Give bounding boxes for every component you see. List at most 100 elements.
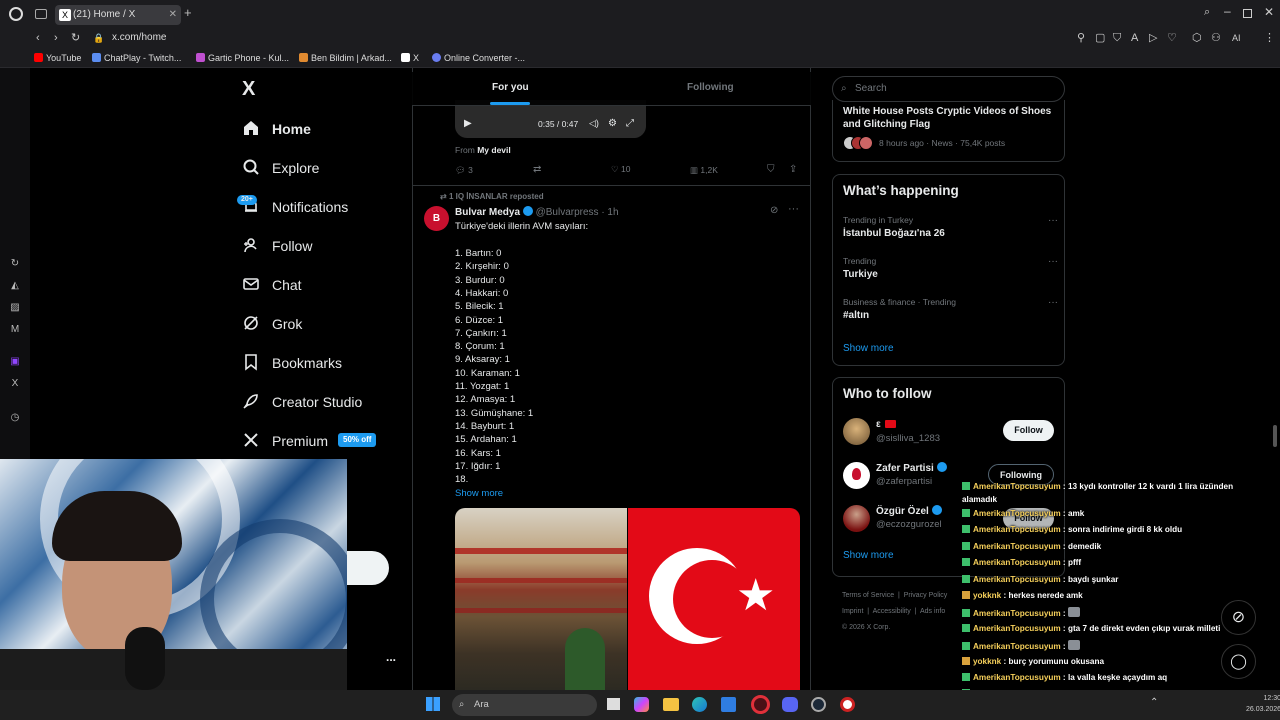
bookmark-gartic[interactable]: Gartic Phone - Kul...: [196, 48, 289, 68]
post-menu-icon[interactable]: ···: [788, 203, 799, 215]
repost-icon[interactable]: ⇄: [533, 164, 541, 175]
tab-following[interactable]: Following: [687, 82, 734, 93]
opera-icon[interactable]: [751, 695, 770, 714]
footer-link[interactable]: Terms of Service: [842, 592, 894, 599]
x-logo[interactable]: X: [242, 78, 255, 101]
task-view-icon[interactable]: [607, 698, 620, 710]
maximize-button[interactable]: [1243, 9, 1252, 18]
play-icon[interactable]: ▶: [464, 118, 472, 129]
share-icon[interactable]: ⇪: [789, 164, 797, 175]
suggested-user-handle[interactable]: @eczozgurozel: [876, 519, 942, 530]
discord-icon[interactable]: [782, 697, 798, 712]
pin-icon[interactable]: ⚲: [1077, 28, 1085, 48]
clock[interactable]: 12:30 26.03.2026: [1246, 693, 1280, 715]
shield-icon[interactable]: ⛉: [1113, 28, 1121, 48]
forward-icon[interactable]: ›: [54, 28, 58, 48]
suggested-user-name[interactable]: Özgür Özel: [876, 505, 942, 517]
trend-item[interactable]: Business & finance · Trending #altın ···: [843, 297, 1058, 321]
tab-for-you[interactable]: For you: [492, 82, 529, 93]
store-icon[interactable]: [721, 697, 736, 712]
messages-float-button[interactable]: ◯: [1221, 644, 1256, 679]
new-tab-button[interactable]: +: [184, 5, 192, 20]
author-handle[interactable]: @Bulvarpress: [536, 207, 599, 218]
chat-username[interactable]: AmerikanTopcusuyum: [973, 609, 1061, 618]
nav-creator-studio[interactable]: Creator Studio: [242, 390, 362, 414]
nav-premium[interactable]: Premium: [242, 429, 328, 453]
avatar[interactable]: B: [424, 206, 449, 231]
avatar[interactable]: [843, 505, 870, 532]
nav-chat[interactable]: Chat: [242, 273, 302, 297]
tab-list-icon[interactable]: [35, 9, 47, 19]
heart-icon[interactable]: ♡: [1167, 28, 1177, 48]
search-tabs-icon[interactable]: ⌕: [1204, 6, 1210, 19]
edge-icon[interactable]: [692, 697, 707, 712]
x-rail-icon[interactable]: X: [9, 378, 21, 390]
bookmark-action-icon[interactable]: ⛉: [767, 164, 775, 175]
extensions-icon[interactable]: ⬡: [1192, 28, 1202, 48]
post-button[interactable]: [347, 551, 389, 585]
footer-link[interactable]: Ads info: [920, 608, 945, 615]
file-explorer-icon[interactable]: [663, 698, 679, 711]
ai-button[interactable]: AI: [1232, 28, 1241, 48]
chat-username[interactable]: AmerikanTopcusuyum: [973, 509, 1061, 518]
source-link[interactable]: My devil: [477, 145, 511, 155]
show-more-link[interactable]: Show more: [455, 488, 503, 499]
wallet-icon[interactable]: ▨: [9, 302, 21, 314]
avatar[interactable]: [843, 418, 870, 445]
author-name[interactable]: Bulvar Medya: [455, 207, 520, 218]
messenger-icon[interactable]: M: [9, 324, 21, 336]
nav-grok[interactable]: Grok: [242, 312, 302, 336]
bookmark-youtube[interactable]: YouTube: [34, 48, 81, 68]
steam-icon[interactable]: [811, 697, 826, 712]
news-card[interactable]: White House Posts Cryptic Videos of Shoe…: [832, 100, 1065, 162]
views-action[interactable]: ▥ 1,2K: [690, 165, 718, 176]
scrollbar[interactable]: [1273, 425, 1277, 447]
chat-username[interactable]: AmerikanTopcusuyum: [973, 558, 1061, 567]
more-options-icon[interactable]: ...: [386, 650, 396, 664]
footer-link[interactable]: Accessibility: [873, 608, 911, 615]
windows-start-icon[interactable]: [426, 697, 440, 711]
chat-username[interactable]: yokknk: [973, 591, 1001, 600]
nav-explore[interactable]: Explore: [242, 156, 319, 180]
grok-float-button[interactable]: ⊘: [1221, 600, 1256, 635]
nav-home[interactable]: Home: [242, 117, 311, 141]
nav-notifications[interactable]: Notifications: [242, 195, 348, 219]
nav-follow[interactable]: Follow: [242, 234, 312, 258]
back-icon[interactable]: ‹: [36, 28, 40, 48]
menu-icon[interactable]: ⋮: [1264, 28, 1275, 48]
url-field[interactable]: x.com/home: [112, 28, 166, 48]
chat-username[interactable]: AmerikanTopcusuyum: [973, 525, 1061, 534]
ai-chat-icon[interactable]: ◭: [9, 280, 21, 292]
browser-tab[interactable]: X (21) Home / X ✕: [55, 5, 181, 25]
bookmark-x[interactable]: X: [401, 48, 419, 68]
reply-action[interactable]: 💬︎ 3: [455, 165, 473, 176]
suggested-user-name[interactable]: Zafer Partisi: [876, 462, 947, 474]
volume-icon[interactable]: ◁): [589, 118, 599, 129]
suggested-user-name[interactable]: ε: [876, 419, 881, 430]
twitch-icon[interactable]: ▣: [9, 356, 21, 368]
follow-button[interactable]: Follow: [1003, 420, 1054, 441]
trend-menu-icon[interactable]: ···: [1048, 256, 1058, 267]
play-icon[interactable]: ▷: [1149, 28, 1157, 48]
settings-icon[interactable]: ⚙: [608, 118, 617, 129]
history-icon[interactable]: ↻: [9, 258, 21, 270]
chat-username[interactable]: yokknk: [973, 657, 1001, 666]
footer-link[interactable]: Privacy Policy: [904, 592, 948, 599]
reload-icon[interactable]: ↻: [71, 28, 80, 48]
profile-icon[interactable]: ⚇: [1211, 28, 1221, 48]
chat-username[interactable]: AmerikanTopcusuyum: [973, 673, 1061, 682]
suggested-user-handle[interactable]: @sislliva_1283: [876, 433, 940, 444]
tray-chevron-icon[interactable]: ⌃: [1150, 697, 1158, 708]
browser-logo-icon[interactable]: [9, 7, 23, 21]
chat-username[interactable]: AmerikanTopcusuyum: [973, 482, 1061, 491]
app-icon[interactable]: [840, 697, 855, 712]
chat-username[interactable]: AmerikanTopcusuyum: [973, 542, 1061, 551]
copilot-icon[interactable]: [634, 697, 649, 712]
fullscreen-icon[interactable]: ⤢: [626, 118, 634, 129]
bookmark-chatplay[interactable]: ChatPlay - Twitch...: [92, 48, 181, 68]
nav-bookmarks[interactable]: Bookmarks: [242, 351, 342, 375]
chat-username[interactable]: AmerikanTopcusuyum: [973, 575, 1061, 584]
like-action[interactable]: ♡ 10: [611, 164, 630, 175]
clock-icon[interactable]: ◷: [9, 412, 21, 424]
tab-close-icon[interactable]: ✕: [169, 5, 177, 25]
